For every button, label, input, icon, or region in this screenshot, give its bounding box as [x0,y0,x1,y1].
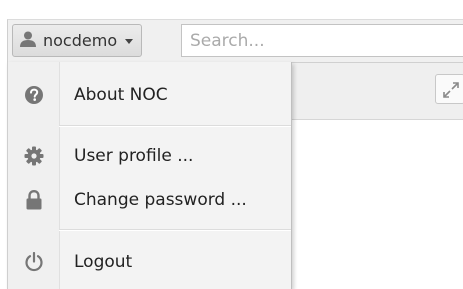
menu-item-label: Logout [74,252,133,272]
menu-item-label: Change password ... [74,190,247,210]
gear-icon [8,146,59,166]
expand-button[interactable] [435,74,463,104]
lock-icon [8,190,59,210]
search-input[interactable] [181,24,463,57]
user-dropdown-menu: About NOC User profile ... Change passwo… [7,62,292,289]
app-window: nocdemo About NOC [0,0,463,289]
expand-icon [443,82,459,98]
menu-separator [59,125,291,127]
menu-item-user-profile[interactable]: User profile ... [8,134,291,178]
header-band [290,62,463,120]
menu-item-label: User profile ... [74,146,194,166]
menu-item-change-password[interactable]: Change password ... [8,178,291,222]
menu-item-logout[interactable]: Logout [8,240,291,284]
question-circle-icon [8,85,59,105]
top-toolbar: nocdemo [7,19,463,63]
menu-item-about[interactable]: About NOC [8,73,291,117]
menu-separator [59,229,291,231]
chevron-down-icon [125,39,134,44]
menu-item-label: About NOC [74,85,168,105]
power-icon [8,252,59,272]
username-label: nocdemo [43,31,118,50]
user-menu-button[interactable]: nocdemo [12,24,143,57]
user-icon [19,31,37,51]
